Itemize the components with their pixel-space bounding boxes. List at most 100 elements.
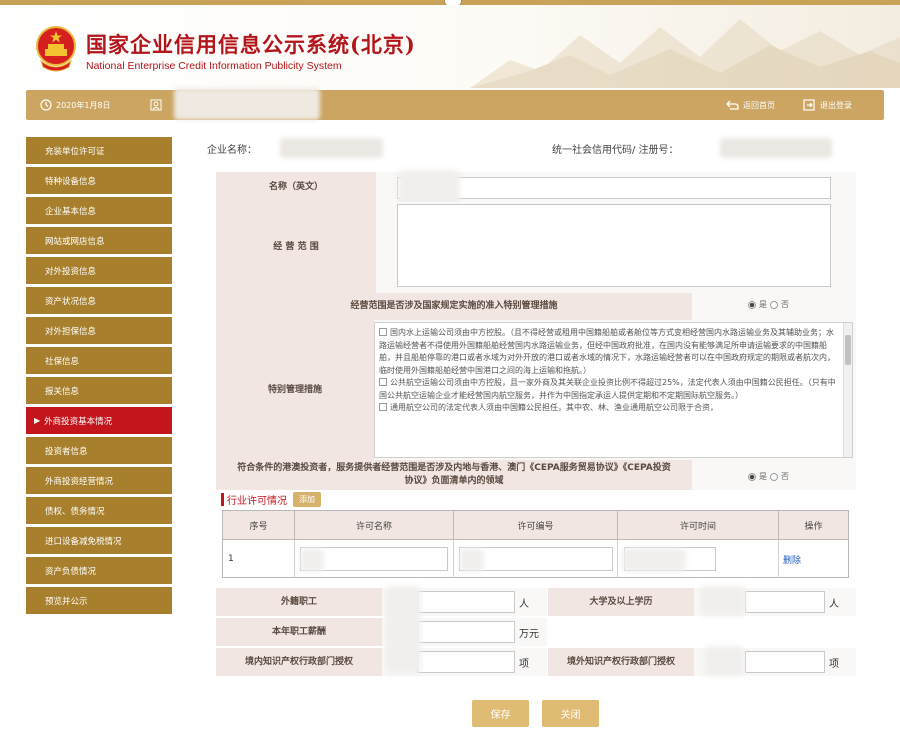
domestic-ip-label: 境内知识产权行政部门授权 [216,648,382,676]
foreign-ip-value-redacted [704,646,744,676]
sidebar-item-label: 企业基本信息 [45,206,97,217]
measure-checkbox-2[interactable] [379,378,387,386]
section-marker [221,493,224,506]
site-header: 国家企业信用信息公示系统(北京) National Enterprise Cre… [0,5,900,88]
cepa-yes-radio[interactable] [748,472,756,481]
top-bar: 2020年1月8日 返回首页 退出登录 [26,88,884,120]
table-row-index: 1 [223,540,295,578]
license-time-redacted [622,548,686,572]
close-button[interactable]: 关闭 [542,700,599,727]
domestic-ip-input[interactable] [417,651,515,673]
sidebar-item-guarantee[interactable]: 对外担保信息 [26,317,172,344]
company-name-redacted [280,138,383,158]
scroll-thumb[interactable] [845,335,851,365]
sidebar-item-social-security[interactable]: 社保信息 [26,347,172,374]
scope-textarea[interactable] [397,204,831,287]
measure-item-3[interactable]: 通用航空公司的法定代表人须由中国籍公民担任，其中农、林、渔业通用航空公司限于合资… [379,402,837,415]
sidebar-item-outbound-investment[interactable]: 对外投资信息 [26,257,172,284]
user-icon [150,99,162,111]
special-measure-list[interactable]: 国内水上运输公司须由中方控股。（且不得经营或租用中国籍船舶或者舱位等方式变相经营… [374,322,853,458]
foreign-staff-input[interactable] [417,591,515,613]
sidebar-item-debt[interactable]: 债权、债务情况 [26,497,172,524]
column-header-license-name: 许可名称 [295,511,454,540]
sidebar-nav: 充装单位许可证 特种设备信息 企业基本信息 网站或网店信息 对外投资信息 资产状… [26,137,172,617]
delete-license-link[interactable]: 删除 [779,540,848,578]
measure-scrollbar[interactable] [843,323,852,457]
cepa-question-label: 符合条件的港澳投资者，服务提供者经营范围是否涉及内地与香港、澳门《CEPA服务贸… [216,460,692,490]
special-yes-radio[interactable] [748,300,756,309]
logout-link[interactable]: 退出登录 [803,90,852,120]
credit-code-label: 统一社会信用代码/ 注册号： [552,145,679,156]
user-info [150,90,162,120]
cepa-no-radio[interactable] [770,472,778,481]
scope-label: 经 营 范 围 [216,202,376,293]
save-button[interactable]: 保存 [472,700,529,727]
cepa-no-label: 否 [781,472,789,481]
college-input[interactable] [745,591,825,613]
measure-text-2: 公共航空运输公司须由中方控股，且一家外商及其关联企业投资比例不得超过25%，法定… [379,378,836,400]
college-unit: 人 [829,599,839,610]
measure-item-1[interactable]: 国内水上运输公司须由中方控股。（且不得经营或租用中国籍船舶或者舱位等方式变相经营… [379,327,837,377]
credit-code-redacted [720,138,832,158]
sidebar-item-assets[interactable]: 资产状况信息 [26,287,172,314]
date-display: 2020年1月8日 [40,90,111,120]
sidebar-item-customs[interactable]: 报关信息 [26,377,172,404]
home-link[interactable]: 返回首页 [726,90,775,120]
sidebar-item-label: 网站或网店信息 [45,236,105,247]
license-section-header: 行业许可情况 添加 [221,492,321,507]
company-name-label: 企业名称： [207,145,257,156]
sidebar-item-special-equipment[interactable]: 特种设备信息 [26,167,172,194]
sidebar-item-preview-publish[interactable]: 预览并公示 [26,587,172,614]
cepa-yes-label: 是 [759,472,767,481]
home-link-label: 返回首页 [743,100,775,110]
name-en-input[interactable] [397,177,831,199]
sidebar-item-investors[interactable]: 投资者信息 [26,437,172,464]
add-license-button[interactable]: 添加 [293,492,321,507]
foreign-ip-unit: 项 [829,659,839,670]
stats-values-redacted [385,586,421,674]
foreign-ip-input[interactable] [745,651,825,673]
measure-text-1: 国内水上运输公司须由中方控股。（且不得经营或租用中国籍船舶或者舱位等方式变相经营… [379,328,835,375]
home-back-icon [726,100,739,110]
sidebar-item-label: 预览并公示 [45,596,88,607]
sidebar-item-filling-license[interactable]: 充装单位许可证 [26,137,172,164]
logout-link-label: 退出登录 [820,100,852,110]
column-header-license-number: 许可编号 [454,511,618,540]
cepa-radio-group: 是 否 [748,471,789,482]
sidebar-item-website[interactable]: 网站或网店信息 [26,227,172,254]
system-subtitle: National Enterprise Credit Information P… [86,60,342,72]
sidebar-item-label: 投资者信息 [45,446,88,457]
special-no-radio[interactable] [770,300,778,309]
sidebar-item-label: 外商投资经营情况 [45,476,114,487]
measure-checkbox-3[interactable] [379,403,387,411]
salary-input[interactable] [417,621,515,643]
domestic-ip-unit: 项 [519,659,529,670]
special-no-label: 否 [781,300,789,309]
sidebar-item-company-basic[interactable]: 企业基本信息 [26,197,172,224]
sidebar-item-label: 资产状况信息 [45,296,97,307]
sidebar-item-import-tax[interactable]: 进口设备减免税情况 [26,527,172,554]
column-header-index: 序号 [223,511,295,540]
foreign-staff-label: 外籍职工 [216,588,382,616]
license-name-redacted [300,548,324,572]
foreign-ip-label: 境外知识产权行政部门授权 [548,648,694,676]
special-measure-text: 国内水上运输公司须由中方控股。（且不得经营或租用中国籍船舶或者舱位等方式变相经营… [379,327,837,415]
foreign-staff-unit: 人 [519,599,529,610]
college-value-redacted [700,586,746,616]
sidebar-item-label: 特种设备信息 [45,176,97,187]
sidebar-item-label: 社保信息 [45,356,80,367]
sidebar-item-foreign-operation[interactable]: 外商投资经营情况 [26,467,172,494]
sidebar-item-label: 对外投资信息 [45,266,97,277]
clock-icon [40,99,52,111]
special-radio-group: 是 否 [748,299,789,310]
sidebar-item-foreign-investment-basic[interactable]: ▶ 外商投资基本情况 [26,407,172,434]
mountain-background [470,19,900,88]
sidebar-item-label: 外商投资基本情况 [44,416,113,427]
measure-checkbox-1[interactable] [379,328,387,336]
special-measure-label: 特别管理措施 [216,320,374,460]
chevron-right-icon: ▶ [34,416,41,425]
sidebar-item-balance-sheet[interactable]: 资产负债情况 [26,557,172,584]
measure-item-2[interactable]: 公共航空运输公司须由中方控股，且一家外商及其关联企业投资比例不得超过25%，法定… [379,377,837,402]
special-question-label: 经营范围是否涉及国家规定实施的准入特别管理措施 [216,293,692,320]
college-label: 大学及以上学历 [548,588,694,616]
